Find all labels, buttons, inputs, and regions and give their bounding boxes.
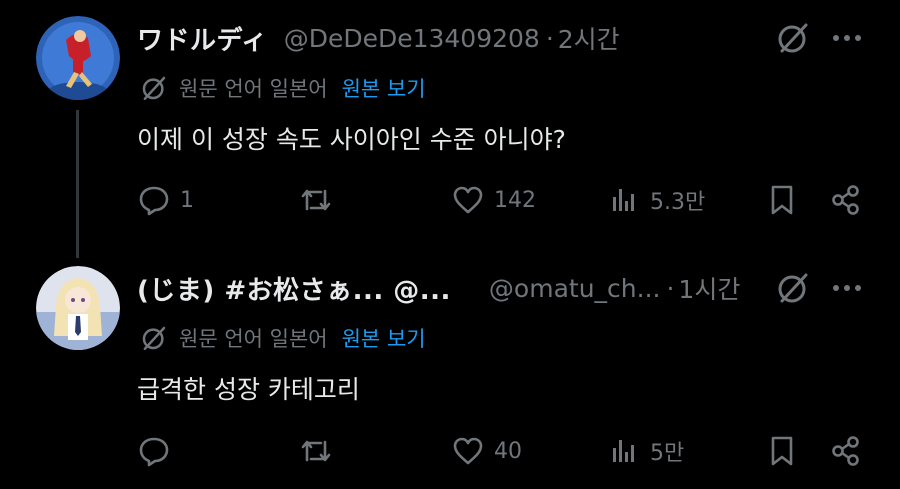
handle[interactable]: @omatu_ch... <box>489 274 661 303</box>
action-bar: 40 5만 <box>0 429 900 473</box>
more-icon[interactable] <box>827 268 867 308</box>
translation-source: 원문 언어 일본어 <box>179 77 328 101</box>
views-icon <box>604 431 644 471</box>
share-icon <box>826 180 866 220</box>
translation-notice: 원문 언어 일본어 원본 보기 <box>137 70 426 106</box>
share-button[interactable] <box>826 178 866 222</box>
like-count: 142 <box>494 187 536 213</box>
post-1[interactable]: ワドルディ @DeDeDe13409208 · 2시간 원문 언어 일본어 원본… <box>0 0 900 258</box>
display-name[interactable]: ワドルディ <box>137 20 268 57</box>
bookmark-button[interactable] <box>762 429 802 473</box>
timestamp[interactable]: 1시간 <box>678 270 740 306</box>
post-2[interactable]: (じま) #お松さぁ... @... @omatu_ch... · 1시간 원문… <box>0 258 900 489</box>
bookmark-icon <box>762 180 802 220</box>
view-count: 5만 <box>650 441 685 466</box>
timestamp[interactable]: 2시간 <box>558 20 620 56</box>
like-button[interactable]: 142 <box>448 178 536 222</box>
post-header: ワドルディ @DeDeDe13409208 · 2시간 <box>137 18 900 58</box>
handle[interactable]: @DeDeDe13409208 <box>284 24 540 53</box>
like-count: 40 <box>494 438 522 464</box>
repost-icon <box>296 431 336 471</box>
separator: · <box>666 273 675 303</box>
show-original-link[interactable]: 원본 보기 <box>342 73 426 103</box>
views-button[interactable]: 5만 <box>604 429 684 473</box>
show-original-link[interactable]: 원본 보기 <box>342 323 426 353</box>
like-icon <box>448 180 488 220</box>
reply-count: 1 <box>180 187 194 213</box>
avatar[interactable] <box>36 266 120 350</box>
reply-button[interactable]: 1 <box>134 178 194 222</box>
separator: · <box>545 23 554 53</box>
translation-source: 원문 언어 일본어 <box>179 327 328 351</box>
repost-icon <box>296 180 336 220</box>
more-icon[interactable] <box>827 18 867 58</box>
reply-icon <box>134 180 174 220</box>
views-button[interactable]: 5.3만 <box>604 178 705 222</box>
share-button[interactable] <box>826 429 866 473</box>
translate-icon <box>137 71 171 105</box>
grok-icon[interactable] <box>773 18 813 58</box>
like-button[interactable]: 40 <box>448 429 522 473</box>
views-icon <box>604 180 644 220</box>
view-count: 5.3만 <box>650 190 706 215</box>
reply-icon <box>134 431 174 471</box>
repost-button[interactable] <box>296 178 342 222</box>
post-header: (じま) #お松さぁ... @... @omatu_ch... · 1시간 <box>137 268 900 308</box>
translation-notice: 원문 언어 일본어 원본 보기 <box>137 320 426 356</box>
bookmark-button[interactable] <box>762 178 802 222</box>
reply-button[interactable] <box>134 429 180 473</box>
like-icon <box>448 431 488 471</box>
avatar[interactable] <box>36 16 120 100</box>
post-text: 급격한 성장 카테고리 <box>137 375 360 404</box>
post-text: 이제 이 성장 속도 사이아인 수준 아니야? <box>137 125 566 154</box>
action-bar: 1 142 5.3만 <box>0 178 900 222</box>
grok-icon[interactable] <box>773 268 813 308</box>
share-icon <box>826 431 866 471</box>
translate-icon <box>137 321 171 355</box>
bookmark-icon <box>762 431 802 471</box>
repost-button[interactable] <box>296 429 342 473</box>
display-name[interactable]: (じま) #お松さぁ... @... <box>137 270 451 307</box>
